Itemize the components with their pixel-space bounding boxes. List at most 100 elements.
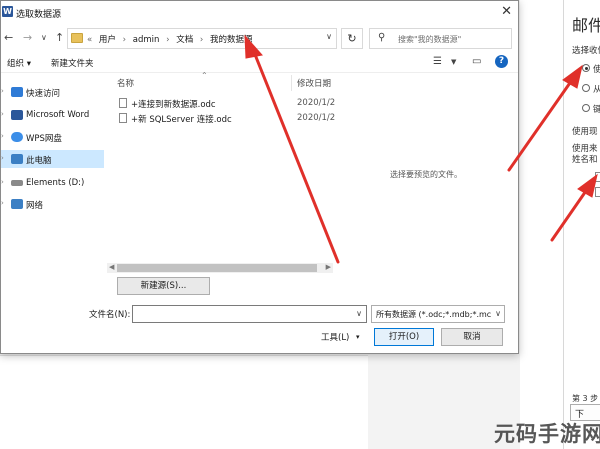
column-header-date[interactable]: 修改日期: [297, 77, 331, 89]
address-bar[interactable]: « 用户 › admin › 文档 › 我的数据源 ∨: [67, 28, 337, 49]
nav-item-wps-cloud[interactable]: › WPS网盘: [1, 128, 104, 146]
radio-label-3: 键: [593, 103, 600, 115]
expand-chevron-icon[interactable]: ›: [1, 178, 4, 186]
filetype-select[interactable]: 所有数据源 (*.odc;*.mdb;*.mc ∨: [371, 305, 505, 323]
file-date: 2020/1/2: [297, 113, 336, 123]
breadcrumb-documents[interactable]: 文档: [176, 35, 193, 45]
pane-title: 邮件: [572, 16, 600, 35]
navigation-pane: › 快速访问 › Microsoft Word › WPS网盘 › 此电脑 › …: [1, 75, 104, 263]
breadcrumb: « 用户 › admin › 文档 › 我的数据源: [87, 35, 253, 45]
column-divider[interactable]: [291, 75, 292, 91]
filename-input[interactable]: ∨: [132, 305, 367, 323]
view-dropdown-icon[interactable]: ▼: [451, 58, 456, 66]
nav-item-this-pc[interactable]: › 此电脑: [1, 150, 104, 168]
tools-dropdown-icon[interactable]: ▾: [356, 333, 360, 341]
pane-section-existing: 使用现: [572, 127, 598, 137]
scroll-right-icon[interactable]: ▶: [326, 263, 331, 271]
nav-item-quick-access[interactable]: › 快速访问: [1, 83, 104, 101]
search-icon: ⚲: [378, 32, 386, 43]
scroll-left-icon[interactable]: ◀: [109, 263, 114, 271]
search-box[interactable]: ⚲ 搜索"我的数据源": [369, 28, 512, 49]
star-icon: [11, 87, 23, 97]
expand-chevron-icon[interactable]: ›: [1, 199, 4, 207]
breadcrumb-users[interactable]: 用户: [99, 35, 116, 45]
radio-type-new[interactable]: [582, 104, 590, 112]
nav-item-elements-drive[interactable]: › Elements (D:): [1, 174, 104, 192]
organize-menu[interactable]: 组织 ▾: [7, 57, 31, 69]
file-name: +连接到新数据源.odc: [131, 100, 216, 110]
expand-chevron-icon[interactable]: ›: [1, 110, 4, 118]
sort-ascending-icon: ⌃: [201, 71, 208, 80]
radio-from-outlook[interactable]: [582, 84, 590, 92]
word-icon: [11, 110, 23, 120]
scrollbar-thumb[interactable]: [117, 264, 317, 272]
radio-use-existing[interactable]: [582, 64, 590, 72]
pane-browse-box[interactable]: [595, 172, 600, 182]
dialog-toolbar: 组织 ▾ 新建文件夹 ☰ ▼ ▭ ?: [1, 53, 518, 73]
pane-desc-line-2: 姓名和: [572, 155, 598, 165]
new-source-button[interactable]: 新建源(S)...: [117, 277, 210, 295]
column-header-name[interactable]: 名称: [117, 77, 134, 89]
filename-label: 文件名(N):: [89, 310, 131, 320]
expand-chevron-icon[interactable]: ›: [1, 87, 4, 95]
drive-icon: [11, 180, 23, 186]
pane-edit-box[interactable]: [595, 187, 600, 197]
mail-merge-pane: 邮件 选择收件 使 从 键 使用现 使用来 姓名和 第 3 步 下: [563, 0, 600, 449]
file-row[interactable]: +连接到新数据源.odc 2020/1/2: [107, 96, 336, 111]
select-data-source-dialog: W 选取数据源 ✕ ← → ∨ ↑ « 用户 › admin › 文档 › 我的…: [0, 0, 519, 354]
nav-label: 网络: [26, 201, 44, 211]
nav-label: Microsoft Word: [26, 110, 90, 120]
new-folder-button[interactable]: 新建文件夹: [51, 57, 94, 69]
view-options-icon[interactable]: ☰: [433, 56, 442, 67]
preview-pane-icon[interactable]: ▭: [472, 56, 481, 67]
filetype-value: 所有数据源 (*.odc;*.mdb;*.mc: [376, 310, 492, 319]
nav-item-microsoft-word[interactable]: › Microsoft Word: [1, 106, 104, 124]
breadcrumb-admin[interactable]: admin: [133, 35, 160, 45]
recent-chevron-icon[interactable]: ∨: [41, 33, 47, 42]
watermark-logo: 元码手游网: [494, 422, 600, 446]
cancel-button[interactable]: 取消: [441, 328, 503, 346]
nav-label: Elements (D:): [26, 178, 85, 188]
breadcrumb-my-data-sources[interactable]: 我的数据源: [210, 35, 253, 45]
radio-label-1: 使: [593, 63, 600, 75]
search-placeholder: 搜索"我的数据源": [398, 35, 462, 44]
preview-placeholder: 选择要预览的文件。: [390, 170, 462, 179]
odc-file-icon: [119, 113, 127, 123]
dialog-titlebar: W 选取数据源 ✕: [1, 1, 518, 25]
nav-item-network[interactable]: › 网络: [1, 195, 104, 213]
refresh-icon[interactable]: ↻: [341, 28, 363, 49]
document-page-lower: [0, 355, 368, 449]
nav-label: WPS网盘: [26, 134, 62, 144]
file-list: ⌃ 名称 修改日期 +连接到新数据源.odc 2020/1/2 +新 SQLSe…: [107, 71, 336, 263]
back-arrow-icon[interactable]: ←: [4, 31, 13, 44]
dialog-title: 选取数据源: [16, 10, 62, 20]
nav-label: 快速访问: [26, 89, 61, 99]
file-date: 2020/1/2: [297, 98, 336, 108]
folder-icon: [71, 33, 83, 43]
file-name: +新 SQLServer 连接.odc: [131, 115, 232, 125]
word-app-icon: W: [2, 6, 13, 17]
horizontal-scrollbar[interactable]: ◀ ▶: [107, 263, 333, 273]
expand-chevron-icon[interactable]: ›: [1, 132, 4, 140]
odc-file-icon: [119, 98, 127, 108]
close-icon[interactable]: ✕: [501, 4, 512, 19]
chevron-down-icon[interactable]: ∨: [495, 309, 501, 318]
help-icon[interactable]: ?: [495, 55, 508, 68]
file-row[interactable]: +新 SQLServer 连接.odc 2020/1/2: [107, 111, 336, 126]
chevron-down-icon[interactable]: ∨: [326, 32, 332, 41]
pane-section-recipients: 选择收件: [572, 46, 600, 56]
navigation-bar: ← → ∨ ↑ « 用户 › admin › 文档 › 我的数据源 ∨ ↻ ⚲ …: [1, 25, 518, 51]
cloud-icon: [11, 132, 23, 142]
pane-step-indicator: 第 3 步: [572, 394, 599, 403]
nav-label: 此电脑: [26, 156, 52, 166]
document-page: [520, 0, 564, 449]
forward-arrow-icon[interactable]: →: [23, 31, 32, 44]
chevron-down-icon[interactable]: ∨: [356, 309, 362, 318]
network-icon: [11, 199, 23, 209]
tools-menu[interactable]: 工具(L): [321, 331, 349, 343]
up-arrow-icon[interactable]: ↑: [55, 31, 64, 44]
computer-icon: [11, 154, 23, 164]
radio-label-2: 从: [593, 83, 600, 95]
expand-chevron-icon[interactable]: ›: [1, 154, 4, 162]
open-button[interactable]: 打开(O): [374, 328, 434, 346]
